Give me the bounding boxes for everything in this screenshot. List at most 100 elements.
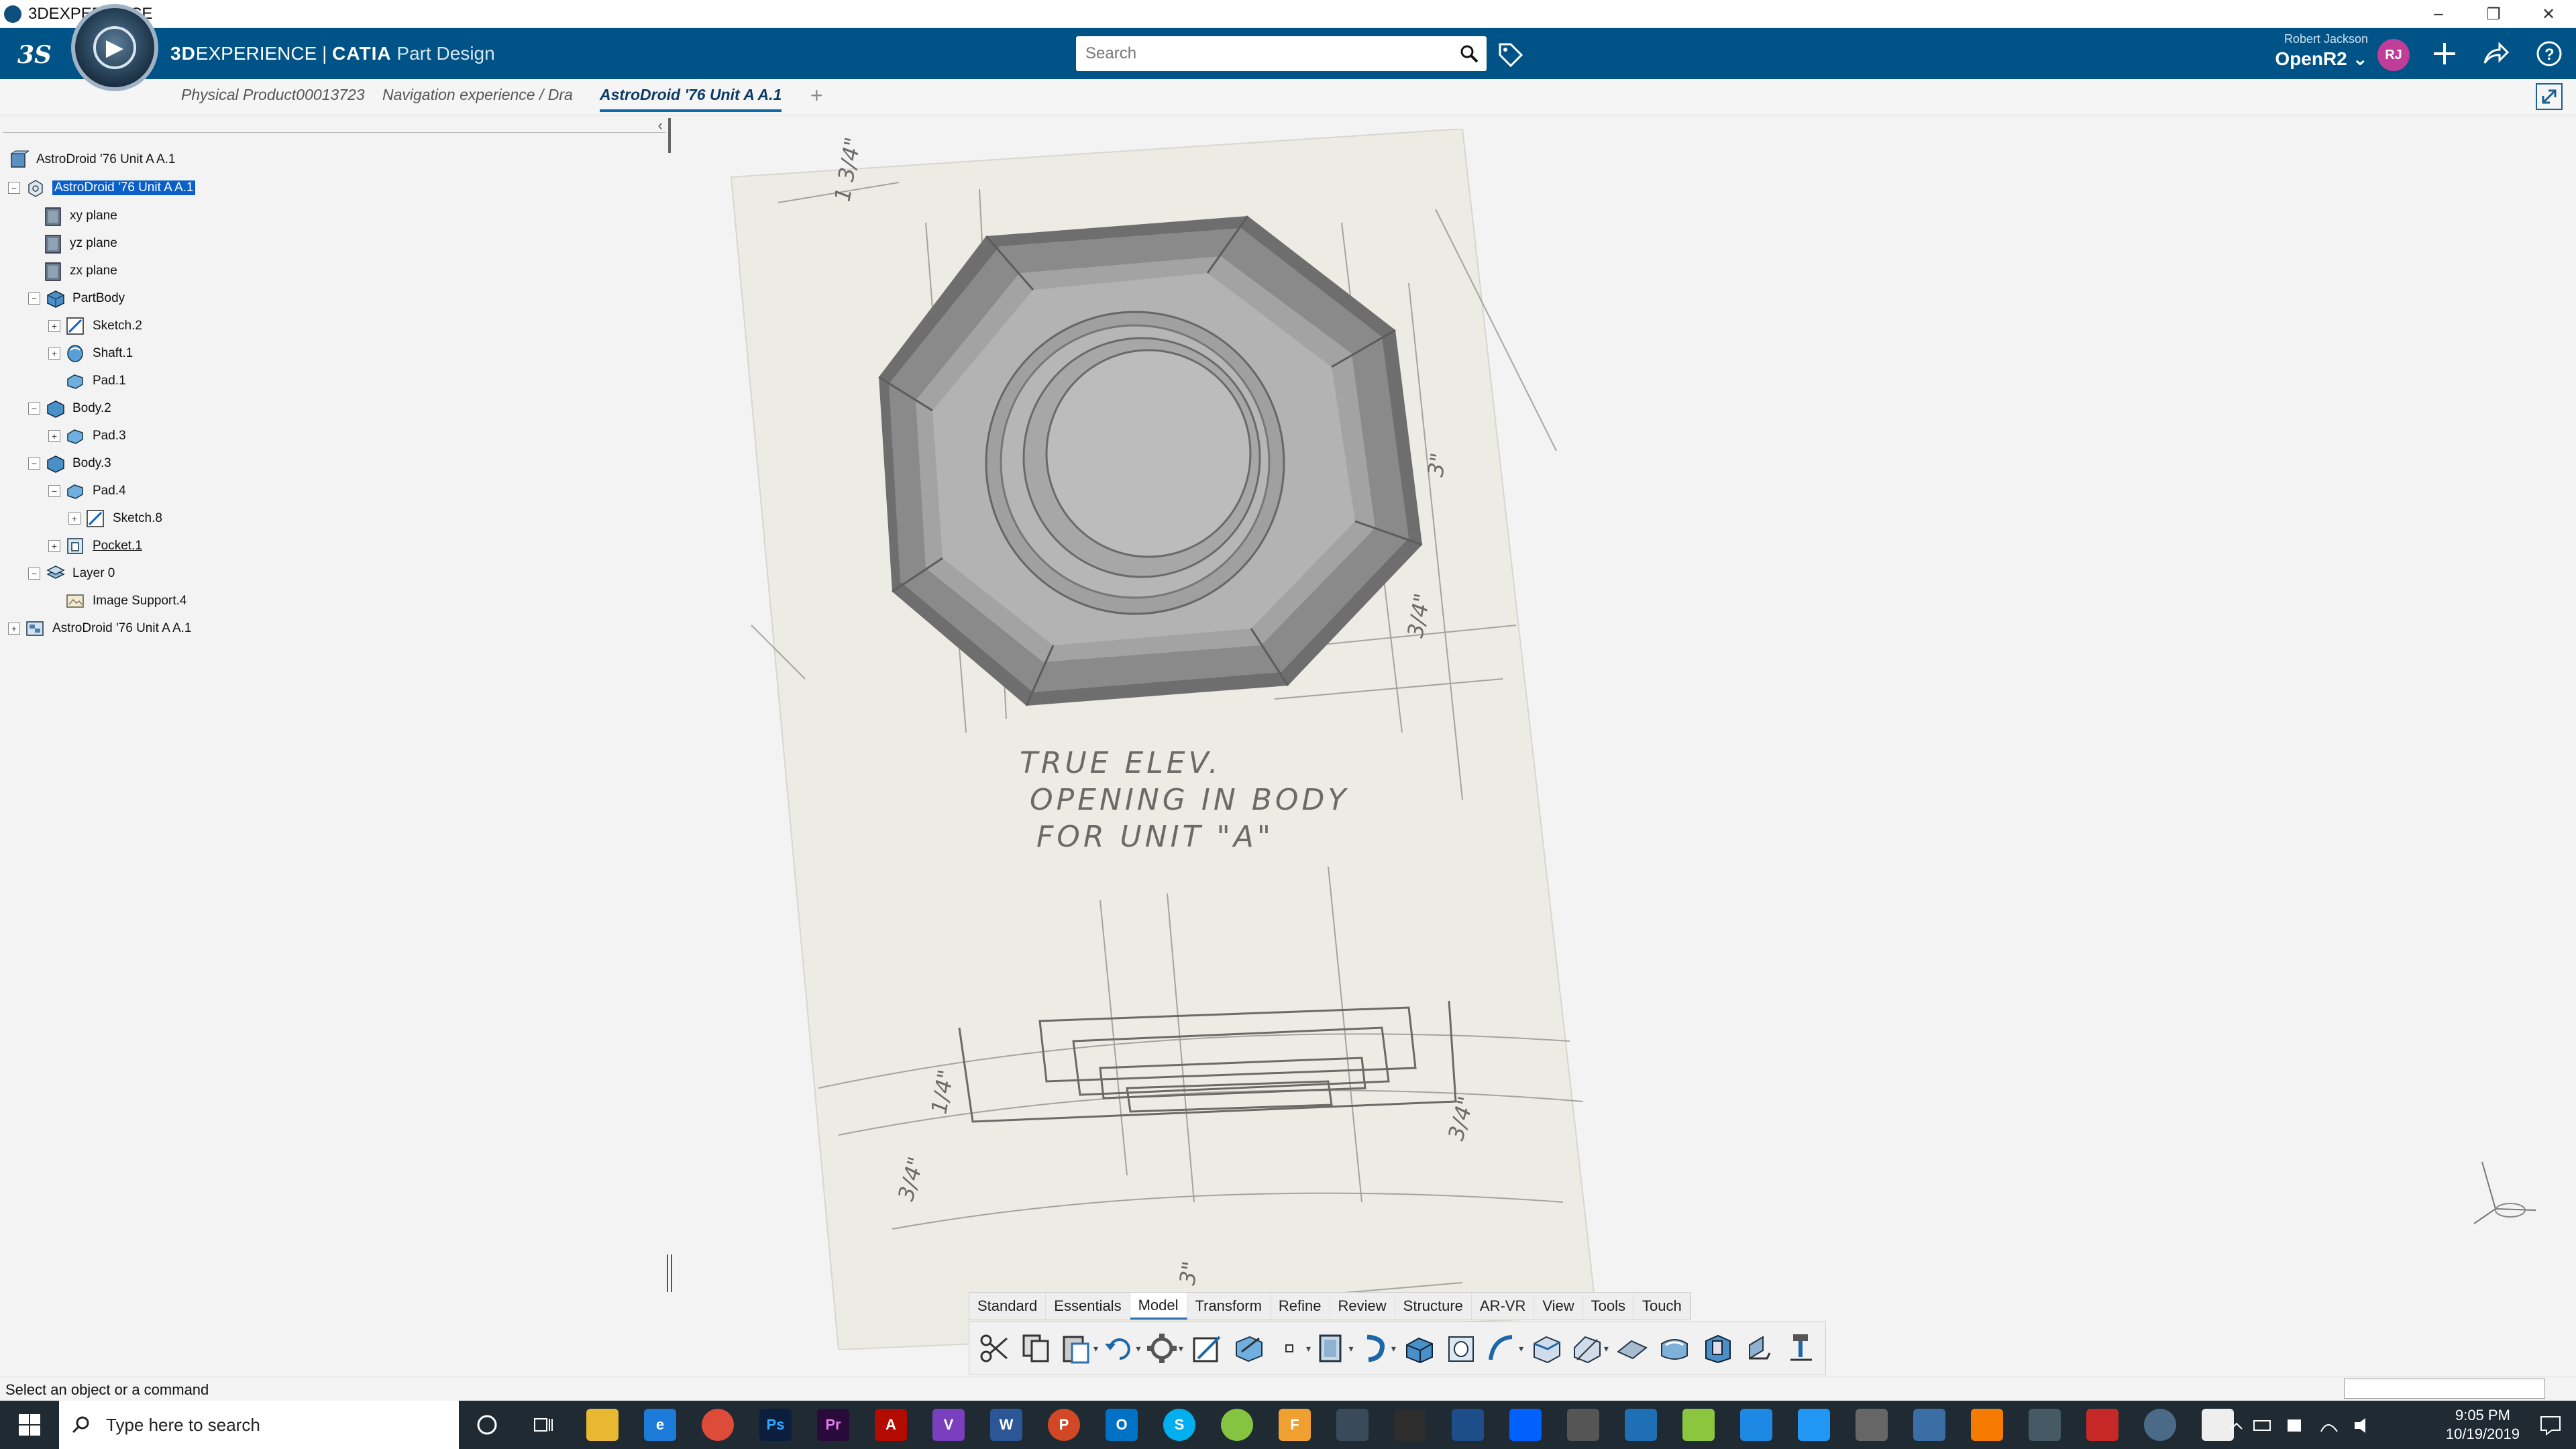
tree-node-part[interactable]: − AstroDroid '76 Unit A A.1 [8, 174, 197, 201]
tab-astrodroid-unit-a[interactable]: AstroDroid '76 Unit A A.1 [600, 86, 782, 112]
tree-node-zx-plane[interactable]: zx plane [42, 258, 117, 284]
section-transform[interactable]: Transform [1187, 1293, 1271, 1320]
notifications-button[interactable] [2538, 1413, 2563, 1437]
collapse-toggle[interactable]: − [28, 292, 40, 305]
tab-physical-product[interactable]: Physical Product00013723 [181, 86, 365, 104]
cut-button[interactable] [975, 1327, 1013, 1370]
thickness-button[interactable] [1698, 1327, 1736, 1370]
power-input-field[interactable] [2344, 1379, 2545, 1399]
tree-node-sketch-2[interactable]: + Sketch.2 [48, 313, 142, 339]
sketch-button[interactable] [1187, 1327, 1226, 1370]
taskbar-app-outlook[interactable]: O [1106, 1409, 1138, 1441]
tree-node-pad-4[interactable]: − Pad.4 [48, 478, 126, 504]
section-touch[interactable]: Touch [1634, 1293, 1690, 1320]
task-view-button[interactable] [527, 1409, 559, 1441]
copy-button[interactable] [1017, 1327, 1055, 1370]
expand-toggle[interactable]: + [48, 347, 60, 360]
collab-space-selector[interactable]: OpenR2 ⌄ [2261, 48, 2368, 70]
tree-node-body-2[interactable]: − Body.2 [28, 395, 111, 422]
minimize-button[interactable]: – [2411, 0, 2466, 28]
taskbar-app-vlc[interactable] [1971, 1409, 2003, 1441]
taskbar-app-misc-2[interactable] [1625, 1409, 1657, 1441]
point-button[interactable]: ▾ [1273, 1327, 1311, 1370]
taskbar-app-skype[interactable]: S [1163, 1409, 1195, 1441]
expand-toggle[interactable]: + [48, 430, 60, 442]
taskbar-app-edge[interactable]: e [644, 1409, 676, 1441]
bottom-splitter-handle[interactable] [667, 1254, 672, 1292]
tree-node-root-product[interactable]: AstroDroid '76 Unit A A.1 [8, 146, 175, 173]
taskbar-app-acrobat[interactable]: A [875, 1409, 907, 1441]
taskbar-app-chrome[interactable] [702, 1409, 734, 1441]
collapse-toggle[interactable]: − [48, 485, 60, 497]
split-button[interactable] [1740, 1327, 1778, 1370]
taskbar-app-messenger[interactable] [1798, 1409, 1830, 1441]
collapse-toggle[interactable]: − [8, 182, 20, 194]
taskbar-app-photoshop[interactable]: Ps [759, 1409, 792, 1441]
close-button[interactable]: ✕ [2521, 0, 2576, 28]
taskbar-app-premiere[interactable]: Pr [817, 1409, 849, 1441]
dassault-logo-icon[interactable]: 3S [15, 36, 58, 71]
taskbar-app-misc-5[interactable] [1856, 1409, 1888, 1441]
taskbar-app-misc-1[interactable] [1567, 1409, 1599, 1441]
search-button[interactable] [1452, 36, 1487, 71]
taskbar-app-powerpoint[interactable]: P [1048, 1409, 1080, 1441]
update-button[interactable]: ▾ [1145, 1327, 1183, 1370]
tree-node-layer-0[interactable]: − Layer 0 [28, 560, 115, 587]
undo-button[interactable]: ▾ [1102, 1327, 1140, 1370]
section-refine[interactable]: Refine [1271, 1293, 1330, 1320]
tree-node-shaft-1[interactable]: + Shaft.1 [48, 340, 133, 367]
tree-node-pad-3[interactable]: + Pad.3 [48, 423, 126, 449]
collapse-tree-button[interactable]: ‹ [658, 117, 663, 134]
tag-button[interactable] [1496, 40, 1525, 70]
share-button[interactable] [2479, 38, 2512, 70]
avatar[interactable]: RJ [2377, 39, 2410, 71]
taskbar-app-misc-3[interactable] [1682, 1409, 1715, 1441]
section-model[interactable]: Model [1130, 1293, 1187, 1320]
cortana-button[interactable] [471, 1409, 503, 1441]
taskbar-app-file-explorer[interactable] [586, 1409, 619, 1441]
collapse-toggle[interactable]: − [28, 402, 40, 415]
add-button[interactable] [2428, 38, 2461, 70]
taskbar-app-word[interactable]: W [990, 1409, 1022, 1441]
start-button[interactable] [0, 1401, 59, 1449]
tree-node-body-3[interactable]: − Body.3 [28, 450, 111, 477]
tree-node-image-support-4[interactable]: Image Support.4 [64, 588, 186, 614]
taskbar-app-misc-8[interactable] [2086, 1409, 2118, 1441]
tab-navigation-experience[interactable]: Navigation experience / Dra [382, 86, 573, 104]
taskbar-app-misc-7[interactable] [2029, 1409, 2061, 1441]
plane-button[interactable]: ▾ [1315, 1327, 1353, 1370]
user-block[interactable]: Robert Jackson OpenR2 ⌄ [2261, 32, 2368, 75]
collapse-toggle[interactable]: − [28, 568, 40, 580]
taskbar-app-misc-4[interactable] [1740, 1409, 1772, 1441]
expand-toggle[interactable]: + [68, 513, 80, 525]
pocket-button[interactable] [1442, 1327, 1481, 1370]
taskbar-search-box[interactable]: Type here to search [59, 1401, 459, 1449]
collapse-toggle[interactable]: − [28, 458, 40, 470]
section-structure[interactable]: Structure [1395, 1293, 1472, 1320]
taskbar-app-github[interactable] [1452, 1409, 1484, 1441]
tree-node-pocket-1[interactable]: + Pocket.1 [48, 533, 142, 559]
axis-triad-icon[interactable] [2469, 1148, 2549, 1236]
section-review[interactable]: Review [1330, 1293, 1395, 1320]
search-input[interactable] [1076, 38, 1452, 70]
taskbar-app-misc-6[interactable] [1913, 1409, 1945, 1441]
pad-button[interactable] [1400, 1327, 1438, 1370]
fillet-button[interactable] [1527, 1327, 1566, 1370]
rib-button[interactable]: ▾ [1485, 1327, 1523, 1370]
tree-node-yz-plane[interactable]: yz plane [42, 230, 117, 257]
taskbar-clock[interactable]: 9:05 PM 10/19/2019 [2446, 1406, 2520, 1444]
shaft-button[interactable]: ▾ [1358, 1327, 1396, 1370]
help-button[interactable]: ? [2533, 38, 2565, 70]
paste-button[interactable]: ▾ [1060, 1327, 1098, 1370]
section-essentials[interactable]: Essentials [1046, 1293, 1130, 1320]
tree-node-assembly[interactable]: + AstroDroid '76 Unit A A.1 [8, 615, 191, 642]
restore-button[interactable]: ❐ [2466, 0, 2521, 28]
taskbar-app-visual-studio[interactable]: V [932, 1409, 965, 1441]
chamfer-button[interactable]: ▾ [1570, 1327, 1609, 1370]
tree-node-pad-1[interactable]: Pad.1 [64, 368, 126, 394]
taskbar-app-chart[interactable] [1394, 1409, 1426, 1441]
add-tab-button[interactable]: + [810, 83, 823, 108]
3d-viewport[interactable]: TRUE ELEV. OPENING IN BODY FOR UNIT "A" … [671, 115, 2576, 1377]
fullscreen-button[interactable] [2536, 83, 2563, 110]
expand-toggle[interactable]: + [48, 320, 60, 332]
